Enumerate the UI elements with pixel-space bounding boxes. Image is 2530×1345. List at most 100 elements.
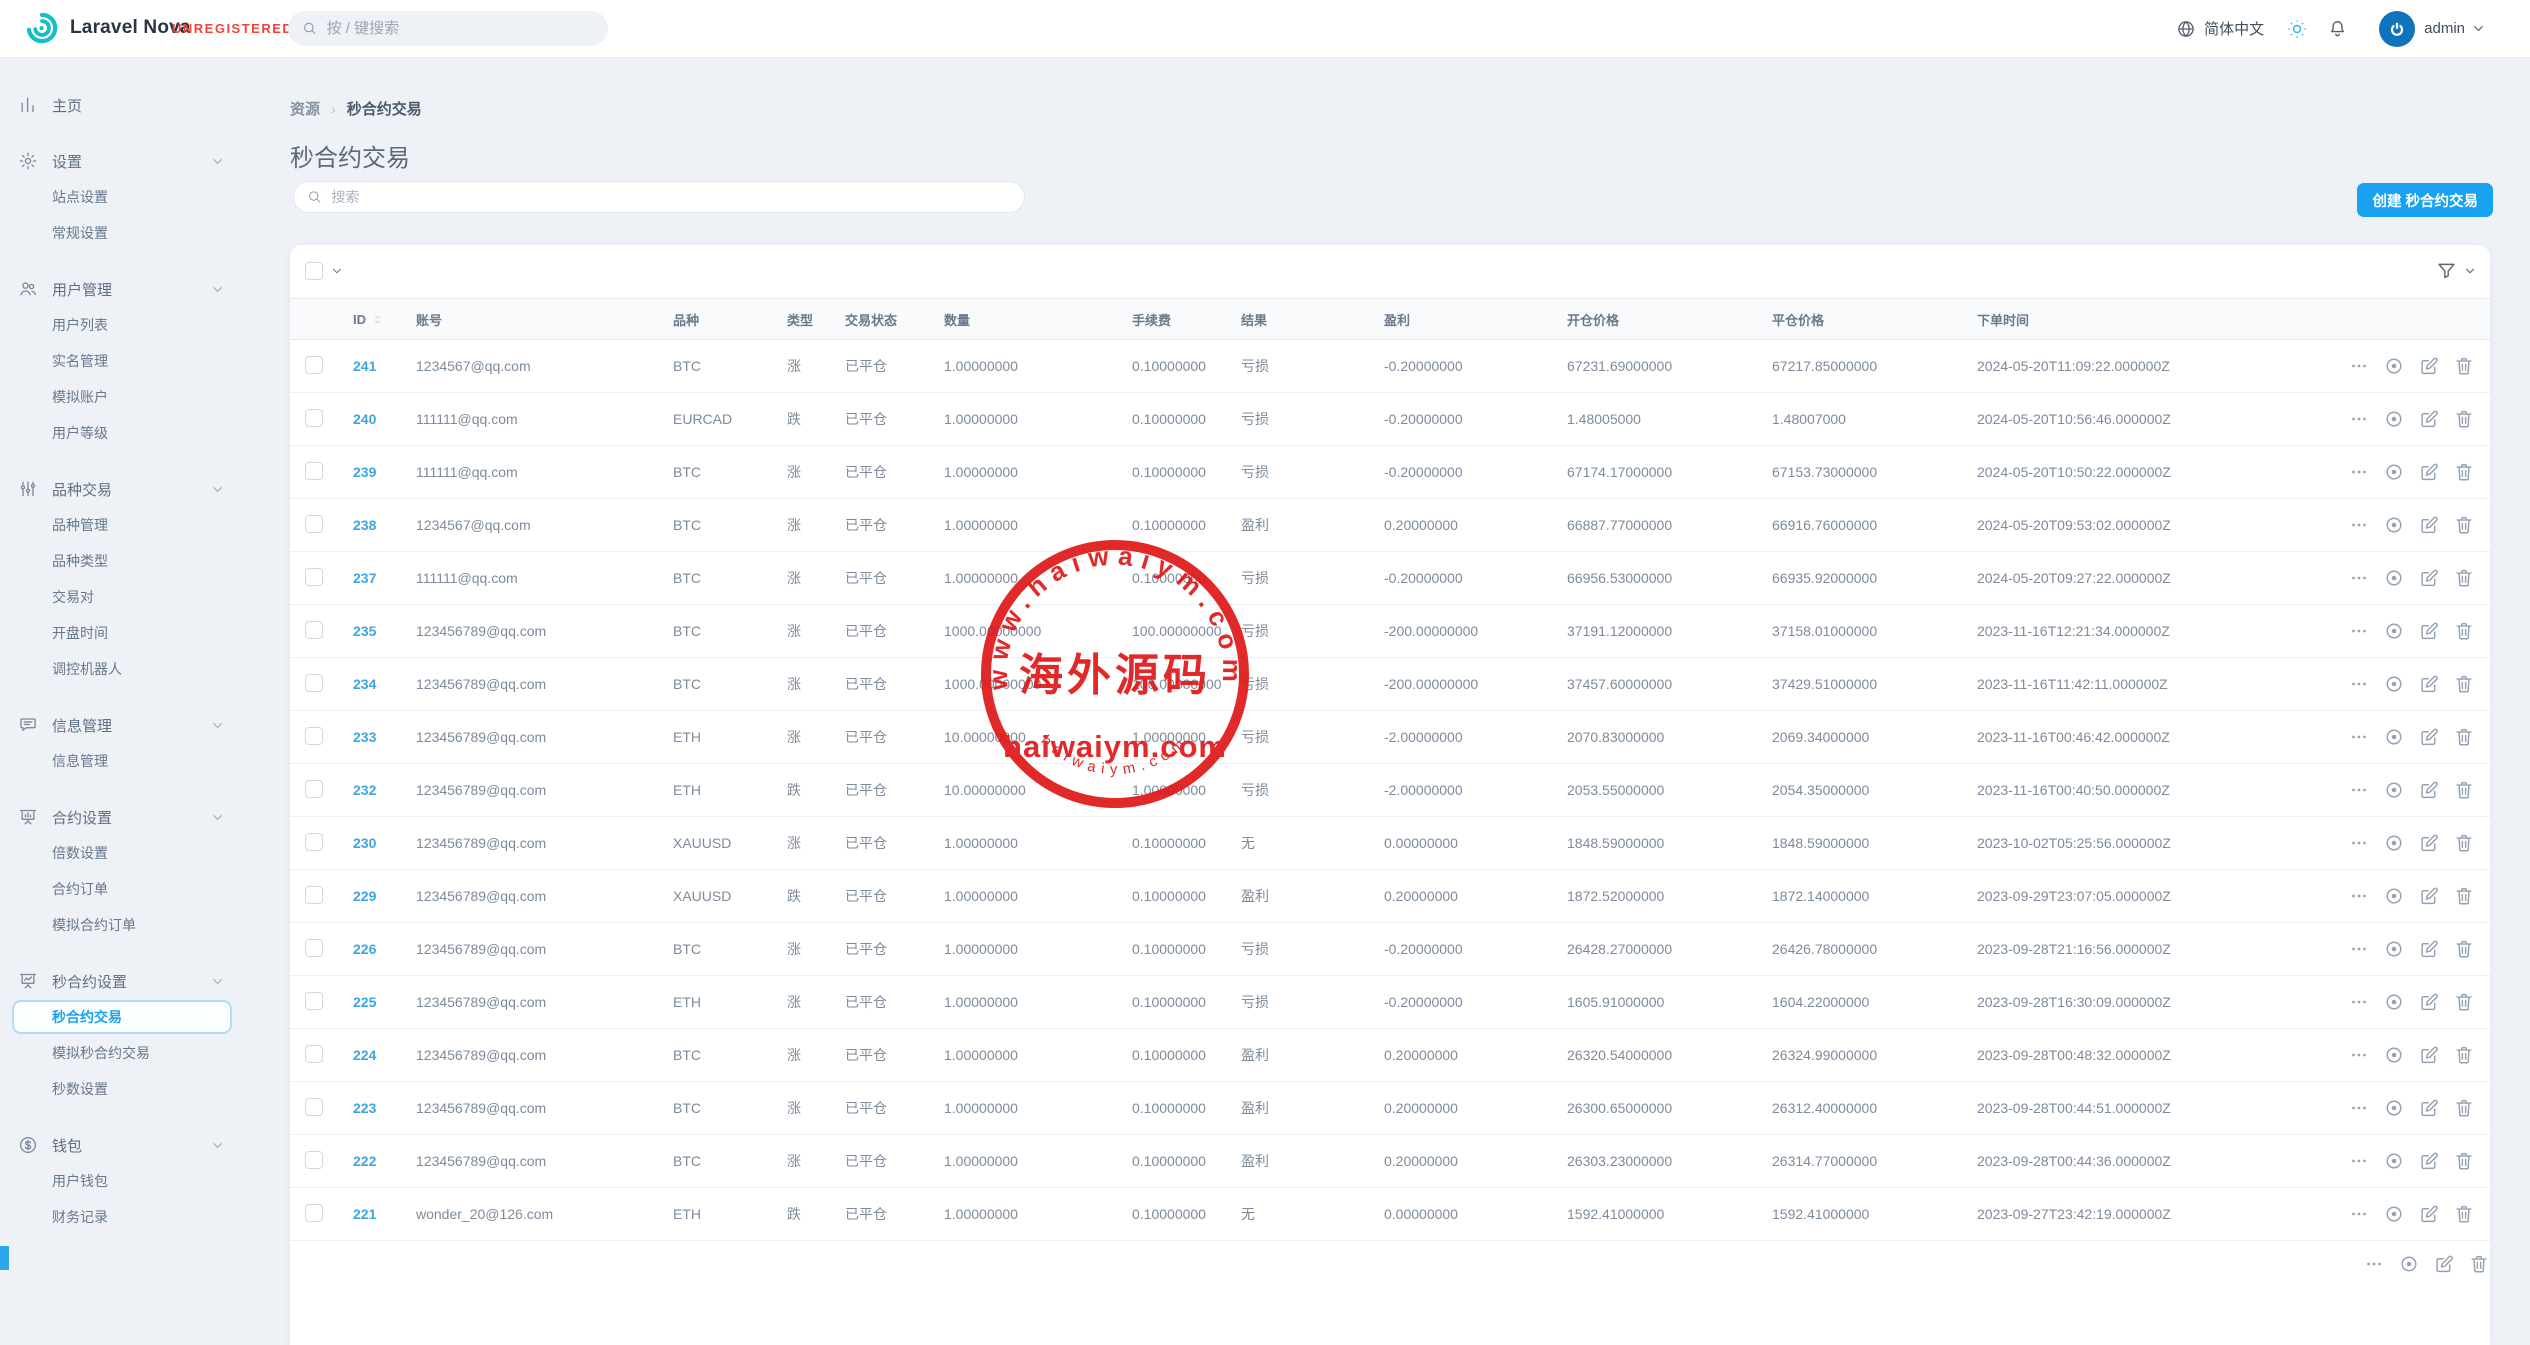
chevron-down-icon[interactable] — [211, 1139, 224, 1152]
chevron-down-icon[interactable] — [211, 811, 224, 824]
row-checkbox[interactable] — [305, 1151, 323, 1169]
row-delete-button[interactable] — [2453, 1097, 2475, 1119]
row-delete-button[interactable] — [2453, 567, 2475, 589]
sidebar-item-实名管理[interactable]: 实名管理 — [0, 343, 270, 379]
row-checkbox[interactable] — [305, 462, 323, 480]
row-checkbox[interactable] — [305, 780, 323, 798]
row-checkbox[interactable] — [305, 568, 323, 586]
row-delete-button[interactable] — [2453, 673, 2475, 695]
sidebar-group-用户管理[interactable]: 用户管理 — [0, 271, 270, 307]
row-delete-button[interactable] — [2453, 832, 2475, 854]
row-edit-button[interactable] — [2418, 1150, 2440, 1172]
sidebar-group-合约设置[interactable]: 合约设置 — [0, 799, 270, 835]
row-checkbox[interactable] — [305, 833, 323, 851]
row-delete-button[interactable] — [2453, 408, 2475, 430]
sidebar-item-倍数设置[interactable]: 倍数设置 — [0, 835, 270, 871]
row-id-link[interactable]: 232 — [353, 782, 376, 798]
row-id-link[interactable]: 240 — [353, 411, 376, 427]
row-more-actions-button[interactable] — [2348, 938, 2370, 960]
row-id-link[interactable]: 239 — [353, 464, 376, 480]
row-view-button[interactable] — [2383, 1044, 2405, 1066]
row-delete-button[interactable] — [2453, 1044, 2475, 1066]
row-delete-button[interactable] — [2453, 1150, 2475, 1172]
chevron-down-icon[interactable] — [211, 719, 224, 732]
row-id-link[interactable]: 238 — [353, 517, 376, 533]
breadcrumb-resources-link[interactable]: 资源 — [290, 98, 320, 119]
row-more-actions-button[interactable] — [2348, 1203, 2370, 1225]
resource-search-input[interactable] — [331, 189, 1011, 205]
row-id-link[interactable]: 226 — [353, 941, 376, 957]
row-edit-button[interactable] — [2433, 1253, 2455, 1275]
row-view-button[interactable] — [2383, 567, 2405, 589]
sidebar-scrollbar-thumb[interactable] — [0, 1246, 9, 1270]
row-more-actions-button[interactable] — [2348, 567, 2370, 589]
row-delete-button[interactable] — [2453, 938, 2475, 960]
sidebar-item-财务记录[interactable]: 财务记录 — [0, 1199, 270, 1235]
create-resource-button[interactable]: 创建 秒合约交易 — [2357, 183, 2493, 217]
row-checkbox[interactable] — [305, 674, 323, 692]
user-menu-chevron-down-icon[interactable] — [2472, 22, 2485, 35]
row-more-actions-button[interactable] — [2348, 832, 2370, 854]
row-edit-button[interactable] — [2418, 461, 2440, 483]
global-search[interactable] — [288, 11, 608, 46]
row-id-link[interactable]: 224 — [353, 1047, 376, 1063]
row-id-link[interactable]: 234 — [353, 676, 376, 692]
row-view-button[interactable] — [2383, 1203, 2405, 1225]
chevron-down-icon[interactable] — [211, 283, 224, 296]
row-edit-button[interactable] — [2418, 620, 2440, 642]
sort-icon[interactable] — [371, 313, 384, 326]
row-delete-button[interactable] — [2468, 1253, 2490, 1275]
sidebar-item-用户等级[interactable]: 用户等级 — [0, 415, 270, 451]
row-more-actions-button[interactable] — [2348, 408, 2370, 430]
row-more-actions-button[interactable] — [2348, 461, 2370, 483]
sidebar-item-模拟合约订单[interactable]: 模拟合约订单 — [0, 907, 270, 943]
row-checkbox[interactable] — [305, 992, 323, 1010]
row-delete-button[interactable] — [2453, 355, 2475, 377]
row-checkbox[interactable] — [305, 1098, 323, 1116]
row-checkbox[interactable] — [305, 356, 323, 374]
row-edit-button[interactable] — [2418, 514, 2440, 536]
select-all-checkbox[interactable] — [305, 262, 323, 280]
row-id-link[interactable]: 229 — [353, 888, 376, 904]
row-more-actions-button[interactable] — [2348, 991, 2370, 1013]
row-more-actions-button[interactable] — [2348, 779, 2370, 801]
row-view-button[interactable] — [2383, 461, 2405, 483]
row-view-button[interactable] — [2383, 726, 2405, 748]
row-more-actions-button[interactable] — [2348, 1097, 2370, 1119]
row-view-button[interactable] — [2383, 779, 2405, 801]
row-delete-button[interactable] — [2453, 885, 2475, 907]
sidebar-item-品种类型[interactable]: 品种类型 — [0, 543, 270, 579]
row-edit-button[interactable] — [2418, 1097, 2440, 1119]
row-checkbox[interactable] — [305, 409, 323, 427]
sidebar-group-秒合约设置[interactable]: 秒合约设置 — [0, 963, 270, 999]
row-edit-button[interactable] — [2418, 938, 2440, 960]
row-edit-button[interactable] — [2418, 991, 2440, 1013]
row-more-actions-button[interactable] — [2348, 1044, 2370, 1066]
sidebar-group-钱包[interactable]: 钱包 — [0, 1127, 270, 1163]
global-search-input[interactable] — [327, 20, 594, 37]
row-view-button[interactable] — [2383, 938, 2405, 960]
sidebar-item-用户钱包[interactable]: 用户钱包 — [0, 1163, 270, 1199]
row-edit-button[interactable] — [2418, 408, 2440, 430]
brand[interactable]: Laravel Nova — [25, 11, 191, 45]
row-view-button[interactable] — [2398, 1253, 2420, 1275]
row-more-actions-button[interactable] — [2363, 1253, 2385, 1275]
filter-dropdown[interactable] — [2436, 260, 2476, 281]
theme-toggle-button[interactable] — [2286, 18, 2308, 40]
resource-search[interactable] — [293, 181, 1025, 213]
sidebar-item-品种管理[interactable]: 品种管理 — [0, 507, 270, 543]
sidebar-item-模拟秒合约交易[interactable]: 模拟秒合约交易 — [0, 1035, 270, 1071]
sidebar-item-模拟账户[interactable]: 模拟账户 — [0, 379, 270, 415]
row-view-button[interactable] — [2383, 514, 2405, 536]
row-id-link[interactable]: 237 — [353, 570, 376, 586]
row-checkbox[interactable] — [305, 1204, 323, 1222]
row-id-link[interactable]: 241 — [353, 358, 376, 374]
row-edit-button[interactable] — [2418, 1203, 2440, 1225]
user-avatar[interactable] — [2379, 11, 2415, 47]
row-delete-button[interactable] — [2453, 514, 2475, 536]
row-more-actions-button[interactable] — [2348, 355, 2370, 377]
row-more-actions-button[interactable] — [2348, 514, 2370, 536]
row-edit-button[interactable] — [2418, 779, 2440, 801]
row-edit-button[interactable] — [2418, 1044, 2440, 1066]
language-switcher[interactable]: 简体中文 — [2176, 18, 2264, 39]
